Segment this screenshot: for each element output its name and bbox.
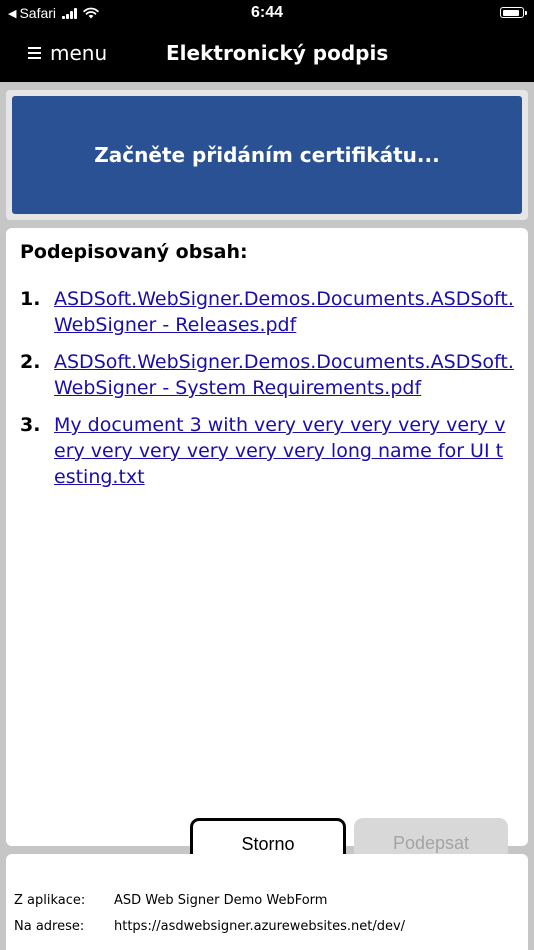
menu-label: menu <box>50 41 108 65</box>
add-certificate-banner[interactable]: Začněte přidáním certifikátu... <box>12 96 522 214</box>
address-value: https://asdwebsigner.azurewebsites.net/d… <box>114 919 406 934</box>
page-title: Elektronický podpis <box>166 41 389 65</box>
document-list: 1. ASDSoft.WebSigner.Demos.Documents.ASD… <box>20 286 514 501</box>
document-link[interactable]: ASDSoft.WebSigner.Demos.Documents.ASDSof… <box>54 286 514 338</box>
address-info-row: Na adrese: https://asdwebsigner.azureweb… <box>14 919 405 934</box>
document-number: 3. <box>20 414 41 436</box>
document-link[interactable]: My document 3 with very very very very v… <box>54 412 514 490</box>
signed-content-heading: Podepisovaný obsah: <box>20 241 248 263</box>
document-number: 2. <box>20 351 41 373</box>
list-item: 2. ASDSoft.WebSigner.Demos.Documents.ASD… <box>20 349 514 401</box>
status-bar: ◀ Safari 6:44 <box>0 0 534 28</box>
banner-frame: Začněte přidáním certifikátu... <box>6 90 528 220</box>
status-time: 6:44 <box>250 4 284 21</box>
address-label: Na adrese: <box>14 919 85 934</box>
app-value: ASD Web Signer Demo WebForm <box>114 893 328 908</box>
list-item: 3. My document 3 with very very very ver… <box>20 412 514 490</box>
signed-content-panel: Podepisovaný obsah: 1. ASDSoft.WebSigner… <box>6 228 528 846</box>
app-info-row: Z aplikace: ASD Web Signer Demo WebForm <box>14 893 327 908</box>
hamburger-icon <box>28 44 41 62</box>
app-label: Z aplikace: <box>14 893 86 908</box>
nav-bar: menu Elektronický podpis <box>0 28 534 82</box>
menu-button[interactable]: menu <box>28 41 107 65</box>
battery-icon <box>500 7 527 18</box>
document-number: 1. <box>20 288 41 310</box>
document-link[interactable]: ASDSoft.WebSigner.Demos.Documents.ASDSof… <box>54 349 514 401</box>
list-item: 1. ASDSoft.WebSigner.Demos.Documents.ASD… <box>20 286 514 338</box>
origin-info-footer: Z aplikace: ASD Web Signer Demo WebForm … <box>6 854 528 950</box>
